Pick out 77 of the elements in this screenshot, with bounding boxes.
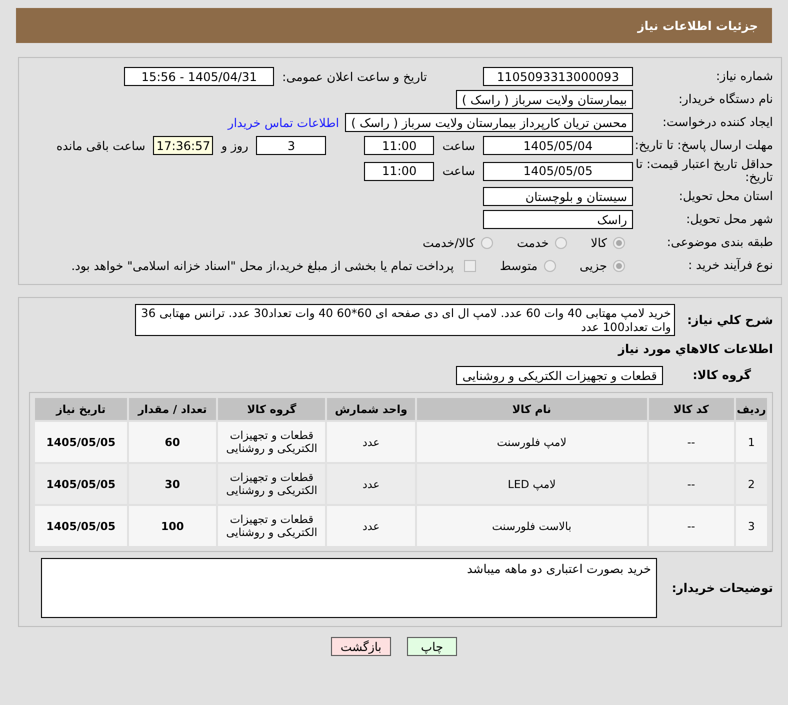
table-cell: لامپ LED <box>416 464 647 504</box>
city-field: راسک <box>483 210 633 229</box>
need-number-field: 1105093313000093 <box>483 67 633 86</box>
column-header: تعداد / مقدار <box>128 398 216 420</box>
field-label: شماره نیاز: <box>715 70 773 83</box>
back-button[interactable]: بازگشت <box>331 637 391 656</box>
table-cell: 1 <box>736 422 767 462</box>
radio-button[interactable] <box>544 260 556 272</box>
field-label: شهر محل تحویل: <box>685 213 773 226</box>
radio-button[interactable] <box>613 260 625 272</box>
field-label: نوع فرآیند خرید : <box>687 259 773 272</box>
field-label: ساعت باقی مانده <box>56 138 146 152</box>
field-label: ایجاد کننده درخواست: <box>661 116 773 129</box>
table-cell: 3 <box>736 506 767 546</box>
announce-date-field: 1405/04/31 - 15:56 <box>124 67 274 86</box>
radio-button[interactable] <box>554 236 567 248</box>
radio-button[interactable] <box>480 236 493 248</box>
section-heading: اطلاعات کالاهاي مورد نياز <box>618 342 773 356</box>
table-cell: -- <box>648 506 734 546</box>
time-field: 11:00 <box>364 162 434 180</box>
table-cell: 1405/05/05 <box>35 506 127 546</box>
field-label: نام دستگاه خریدار: <box>678 93 773 106</box>
column-header: نام کالا <box>416 398 647 420</box>
field-label: تاریخ و ساعت اعلان عمومی: <box>282 70 427 84</box>
table-cell: 30 <box>128 464 216 504</box>
table-cell: عدد <box>327 464 415 504</box>
buyer-notes-field: خرید بصورت اعتباری دو ماهه میباشد <box>41 558 657 618</box>
field-label: گروه کالا: <box>692 369 752 382</box>
contact-link[interactable]: اطلاعات تماس خریدار <box>228 116 340 130</box>
checkbox[interactable] <box>464 260 476 272</box>
column-header: ردیف <box>736 398 767 420</box>
radio-label: کالا/خدمت <box>422 236 475 250</box>
print-button[interactable]: چاپ <box>407 637 457 656</box>
radio-label: کالا <box>590 236 607 250</box>
remaining-time-field: 17:36:57 <box>153 136 214 155</box>
time-field: 11:00 <box>364 136 434 155</box>
field-label: طبقه بندی موضوعی: <box>666 236 773 249</box>
field-label: استان محل تحویل: <box>678 190 773 203</box>
province-field: سیستان و بلوچستان <box>483 187 633 206</box>
table-cell: 1405/05/05 <box>35 422 127 462</box>
table-cell: بالاست فلورسنت <box>416 506 647 546</box>
days-field: 3 <box>256 136 326 155</box>
checkbox-label: پرداخت تمام یا بخشی از مبلغ خرید،از محل "اسناد خزانه اسلامی" خواهد بود. <box>71 258 454 272</box>
table-cell: قطعات و تجهیزات الکتریکی و روشنایی <box>218 422 326 462</box>
field-label: حداقل تاریخ اعتبار قیمت: تا تاریخ: <box>634 158 773 184</box>
radio-label: خدمت <box>516 236 549 250</box>
table-cell: 100 <box>128 506 216 546</box>
field-label: روز و <box>221 138 248 152</box>
table-cell: -- <box>648 464 734 504</box>
table-cell: -- <box>648 422 734 462</box>
buyer-org-field: بیمارستان ولایت سرباز ( راسک ) <box>456 90 633 109</box>
requester-field: محسن تریان کارپرداز بیمارستان ولایت سرباز ( راسک ) <box>345 113 633 132</box>
field-label: مهلت ارسال پاسخ: تا تاریخ: <box>634 139 773 152</box>
field-label: شرح کلي نياز: <box>686 314 773 326</box>
radio-label: جزیی <box>580 258 607 272</box>
table-cell: 60 <box>128 422 216 462</box>
radio-label: متوسط <box>500 258 538 272</box>
description-field: خرید لامپ مهتابی 40 وات 60 عدد. لامپ ال ای دی صفحه ای 60*60 40 وات تعداد30 عدد. ترانس مهتابی 36 وات تعداد100 عدد <box>135 304 675 336</box>
table-cell: عدد <box>327 506 415 546</box>
field-label: ساعت <box>442 164 475 178</box>
column-header: گروه کالا <box>218 398 326 420</box>
radio-button[interactable] <box>613 236 625 248</box>
field-label: ساعت <box>442 138 475 152</box>
table-cell: 1405/05/05 <box>35 464 127 504</box>
table-cell: قطعات و تجهیزات الکتریکی و روشنایی <box>218 464 326 504</box>
date-field: 1405/05/05 <box>483 162 633 180</box>
table-cell: عدد <box>327 422 415 462</box>
table-cell: قطعات و تجهیزات الکتریکی و روشنایی <box>218 506 326 546</box>
column-header: تاریخ نیاز <box>35 398 127 420</box>
table-cell: 2 <box>736 464 767 504</box>
table-cell: لامپ فلورسنت <box>416 422 647 462</box>
column-header: واحد شمارش <box>327 398 415 420</box>
goods-group-field: قطعات و تجهیزات الکتریکی و روشنایی <box>456 366 663 385</box>
column-header: کد کالا <box>648 398 734 420</box>
field-label: توضیحات خریدار: <box>670 582 773 594</box>
date-field: 1405/05/04 <box>483 136 633 155</box>
page-title: جزئیات اطلاعات نیاز <box>637 18 758 32</box>
